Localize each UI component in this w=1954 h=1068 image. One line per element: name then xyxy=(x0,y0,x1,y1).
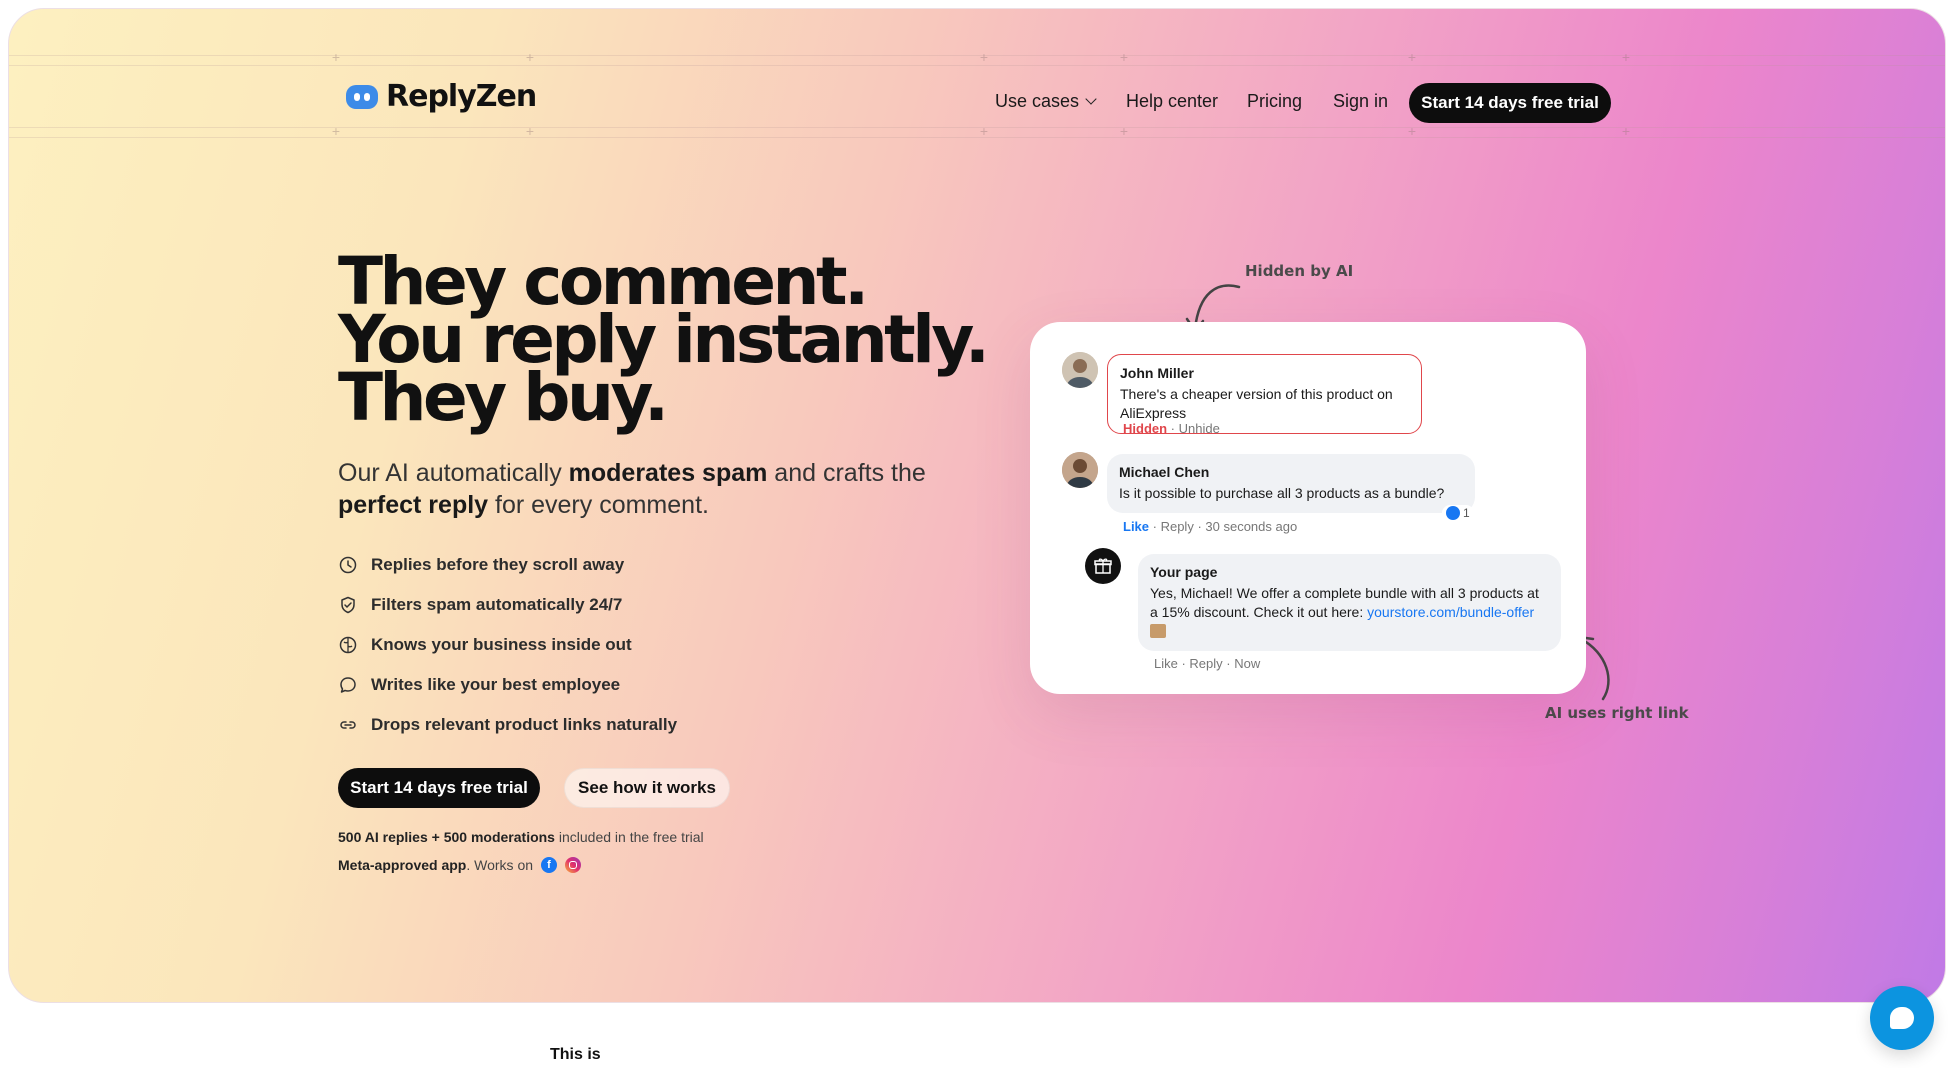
avatar xyxy=(1062,352,1098,388)
clock-icon xyxy=(338,555,358,575)
link-icon xyxy=(338,715,358,735)
meta-approval-note: Meta-approved app. Works on f xyxy=(338,857,582,873)
see-how-it-works-button[interactable]: See how it works xyxy=(564,768,730,808)
feature-item: Knows your business inside out xyxy=(338,625,677,665)
page-avatar xyxy=(1085,548,1121,584)
feature-item: Replies before they scroll away xyxy=(338,545,677,585)
brand-name: ReplyZen xyxy=(386,79,537,114)
nav-help-center[interactable]: Help center xyxy=(1126,91,1218,112)
subhead-text: and crafts the xyxy=(767,459,926,487)
comment-text: There's a cheaper version of this produc… xyxy=(1120,386,1393,421)
feature-list: Replies before they scroll away Filters … xyxy=(338,545,677,745)
reply-text: Yes, Michael! We offer a complete bundle… xyxy=(1150,584,1549,641)
feature-label: Replies before they scroll away xyxy=(371,555,625,574)
brand-logo[interactable]: ReplyZen xyxy=(346,79,537,114)
chevron-down-icon xyxy=(1085,93,1097,105)
feature-label: Drops relevant product links naturally xyxy=(371,715,678,734)
commenter-name: John Miller xyxy=(1120,365,1194,381)
annotation-ai-uses-right-link: AI uses right link xyxy=(1545,704,1689,722)
brain-icon xyxy=(338,635,358,655)
nav-sign-in[interactable]: Sign in xyxy=(1333,91,1388,112)
start-trial-button[interactable]: Start 14 days free trial xyxy=(338,768,540,808)
page-name: Your page xyxy=(1150,564,1218,580)
like-link[interactable]: Like xyxy=(1123,519,1149,534)
instagram-icon xyxy=(565,857,582,873)
chat-icon xyxy=(1890,1007,1914,1029)
avatar xyxy=(1062,452,1098,488)
comment-actions: Like · Reply · 30 seconds ago xyxy=(1123,519,1298,534)
reply-time: Now xyxy=(1234,656,1261,671)
like-link[interactable]: Like xyxy=(1154,656,1178,671)
subhead-bold: perfect reply xyxy=(338,491,489,519)
thumbs-up-icon xyxy=(1446,506,1460,520)
top-nav: ReplyZen Use cases Help center Pricing S… xyxy=(9,9,1945,139)
nav-use-cases[interactable]: Use cases xyxy=(995,91,1097,112)
nav-use-cases-label: Use cases xyxy=(995,91,1080,111)
feature-label: Knows your business inside out xyxy=(371,635,632,654)
box-emoji-icon xyxy=(1150,624,1166,638)
unhide-link[interactable]: Unhide xyxy=(1179,421,1220,436)
nav-pricing[interactable]: Pricing xyxy=(1247,91,1302,112)
shield-check-icon xyxy=(338,595,358,615)
comment-text: Is it possible to purchase all 3 product… xyxy=(1119,485,1445,501)
subhead-text: Our AI automatically xyxy=(338,459,569,487)
reply-link[interactable]: Reply xyxy=(1161,519,1194,534)
feature-item: Drops relevant product links naturally xyxy=(338,705,677,745)
chat-widget-button[interactable] xyxy=(1870,986,1934,1050)
nav-start-trial-button[interactable]: Start 14 days free trial xyxy=(1409,83,1611,123)
commenter-name: Michael Chen xyxy=(1119,464,1210,480)
comment-actions: Hidden · Unhide xyxy=(1123,421,1220,436)
subhead-text: for every comment. xyxy=(488,491,709,519)
feature-label: Filters spam automatically 24/7 xyxy=(371,595,623,614)
reply-actions: Like · Reply · Now xyxy=(1154,656,1261,671)
subhead-bold: moderates spam xyxy=(568,459,768,487)
reply-link[interactable]: Reply xyxy=(1189,656,1222,671)
comment-demo-card: John Miller There's a cheaper version of… xyxy=(1030,322,1586,694)
comment-bubble: Michael Chen Is it possible to purchase … xyxy=(1107,454,1475,513)
chat-bubble-icon xyxy=(338,675,358,695)
reaction-count: 1 xyxy=(1442,505,1474,521)
ai-reply-bubble: Your page Yes, Michael! We offer a compl… xyxy=(1138,554,1561,651)
meta-note-text: . Works on xyxy=(466,857,534,873)
feature-item: Filters spam automatically 24/7 xyxy=(338,585,677,625)
robot-logo-icon xyxy=(346,84,378,109)
meta-note-bold: Meta-approved app xyxy=(338,857,467,873)
gift-icon xyxy=(1094,558,1112,574)
comment-time: 30 seconds ago xyxy=(1205,519,1298,534)
hero-section: + + + + + + + + + + + + ReplyZen Use cas… xyxy=(8,8,1946,1003)
facebook-icon: f xyxy=(541,857,558,873)
hero-subheading: Our AI automatically moderates spam and … xyxy=(338,457,978,521)
trial-note-bold: 500 AI replies + 500 moderations xyxy=(338,829,555,845)
product-link[interactable]: yourstore.com/bundle-offer xyxy=(1367,604,1534,620)
trial-note: 500 AI replies + 500 moderations include… xyxy=(338,829,704,845)
hero-headline: They comment. You reply instantly. They … xyxy=(338,249,990,431)
feature-label: Writes like your best employee xyxy=(371,675,621,694)
trial-note-text: included in the free trial xyxy=(554,829,704,845)
feature-item: Writes like your best employee xyxy=(338,665,677,705)
reaction-number: 1 xyxy=(1463,506,1470,520)
section-heading-fragment: This is xyxy=(550,1046,601,1063)
annotation-hidden-by-ai: Hidden by AI xyxy=(1245,262,1354,280)
hidden-status: Hidden xyxy=(1123,421,1168,436)
